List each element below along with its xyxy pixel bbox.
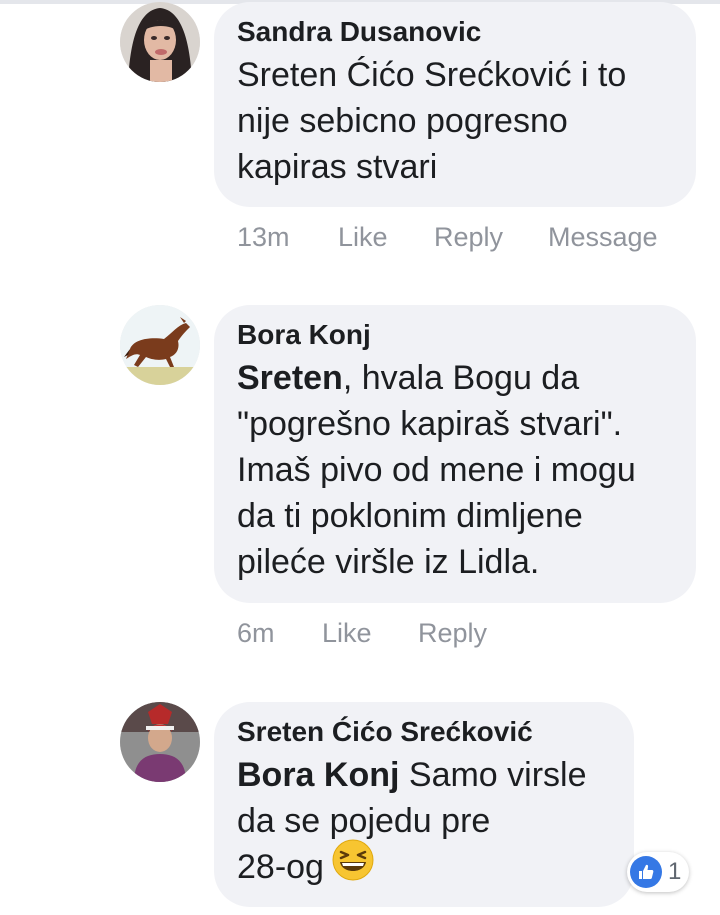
reaction-summary[interactable]: 1 xyxy=(627,852,689,892)
comment-author[interactable]: Sreten Ćićo Srećković xyxy=(237,714,610,750)
comment-time[interactable]: 6m xyxy=(237,618,322,649)
like-thumb-icon xyxy=(630,856,662,888)
reply-link[interactable]: Reply xyxy=(418,618,487,649)
comment-text: Bora Konj Samo virsle da se pojedu pre 2… xyxy=(237,752,610,893)
avatar[interactable] xyxy=(120,2,200,82)
comment-text: Sreten, hvala Bogu da "pogrešno kapiraš … xyxy=(237,355,672,585)
comment-bubble: Bora Konj Sreten, hvala Bogu da "pogrešn… xyxy=(214,305,696,603)
profile-photo-icon xyxy=(120,2,200,82)
comment-bubble: Sreten Ćićo Srećković Bora Konj Samo vir… xyxy=(214,702,634,907)
message-link[interactable]: Message xyxy=(548,222,658,253)
mention-link[interactable]: Sreten xyxy=(237,359,343,397)
avatar[interactable] xyxy=(120,305,200,385)
profile-photo-icon xyxy=(120,702,200,782)
comment-bubble: Sandra Dusanovic Sreten Ćićo Srećković i… xyxy=(214,2,696,207)
comment-text: Sreten Ćićo Srećković i to nije sebicno … xyxy=(237,56,627,186)
comment-author[interactable]: Sandra Dusanovic xyxy=(237,14,672,50)
reply-link[interactable]: Reply xyxy=(434,222,548,253)
horse-profile-icon xyxy=(120,305,200,385)
like-link[interactable]: Like xyxy=(338,222,434,253)
grinning-squinting-face-icon xyxy=(332,839,374,893)
mention-link[interactable]: Bora Konj xyxy=(237,756,399,794)
reaction-count: 1 xyxy=(668,858,682,885)
comment-actions: 13m Like Reply Message xyxy=(237,222,658,253)
comment-author[interactable]: Bora Konj xyxy=(237,317,672,353)
comment-time[interactable]: 13m xyxy=(237,222,338,253)
like-link[interactable]: Like xyxy=(322,618,418,649)
avatar[interactable] xyxy=(120,702,200,782)
comment-actions: 6m Like Reply xyxy=(237,618,487,649)
